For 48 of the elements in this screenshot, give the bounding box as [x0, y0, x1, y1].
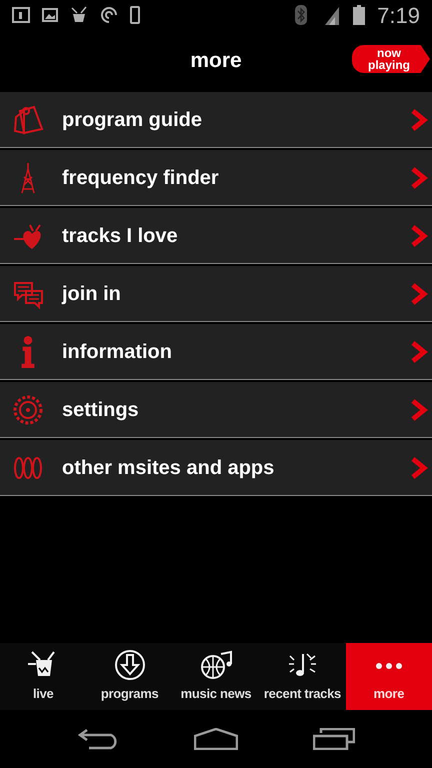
tab-label: recent tracks: [264, 684, 341, 703]
tab[interactable]: more: [346, 643, 432, 710]
tab-label: live: [32, 684, 54, 703]
battery-icon: [353, 5, 366, 25]
menu-item[interactable]: other msites and apps: [0, 440, 432, 496]
status-time: 7:19: [377, 2, 420, 30]
globe-music-icon: [199, 650, 234, 682]
page-title: more: [190, 48, 242, 74]
chevron-right-icon: [410, 340, 428, 364]
tab[interactable]: programs: [86, 643, 173, 710]
menu-item[interactable]: tracks I love: [0, 208, 432, 264]
tab-label: more: [374, 684, 404, 703]
chevron-right-icon: [410, 108, 428, 132]
phone-icon: [130, 6, 140, 24]
menu-label: settings: [62, 398, 140, 422]
image-icon: [42, 8, 58, 22]
menu-item[interactable]: program guide: [0, 92, 432, 148]
menu-label: other msites and apps: [62, 456, 276, 480]
back-icon[interactable]: [77, 728, 120, 750]
chevron-right-icon: [410, 224, 428, 248]
now-playing-button[interactable]: now playing: [352, 45, 430, 73]
info-icon: [20, 334, 36, 368]
chevron-right-icon: [410, 398, 428, 422]
menu-label: information: [62, 340, 173, 364]
menu-item[interactable]: join in: [0, 266, 432, 322]
home-icon[interactable]: [194, 728, 238, 750]
bluetooth-icon: [295, 5, 308, 25]
sync-icon: [100, 6, 118, 24]
download-circle-icon: [112, 650, 147, 682]
menu-label: tracks I love: [62, 224, 179, 248]
tab[interactable]: music news: [172, 643, 260, 710]
chevron-right-icon: [410, 282, 428, 306]
calendar-icon: [12, 7, 30, 23]
tab-label: programs: [100, 684, 158, 703]
menu-item[interactable]: information: [0, 324, 432, 380]
chevron-right-icon: [410, 166, 428, 190]
tab-label: music news: [180, 684, 252, 703]
tab[interactable]: live: [0, 643, 86, 710]
menu-label: frequency finder: [62, 166, 220, 190]
drum-icon: [70, 6, 88, 24]
menu-label: program guide: [62, 108, 204, 132]
more-dots-icon: [374, 662, 403, 670]
tab[interactable]: recent tracks: [259, 643, 346, 710]
chevron-right-icon: [410, 456, 428, 480]
menu-label: join in: [62, 282, 122, 306]
menu-item[interactable]: settings: [0, 382, 432, 438]
recent-apps-icon[interactable]: [312, 728, 355, 750]
menu-item[interactable]: frequency finder: [0, 150, 432, 206]
